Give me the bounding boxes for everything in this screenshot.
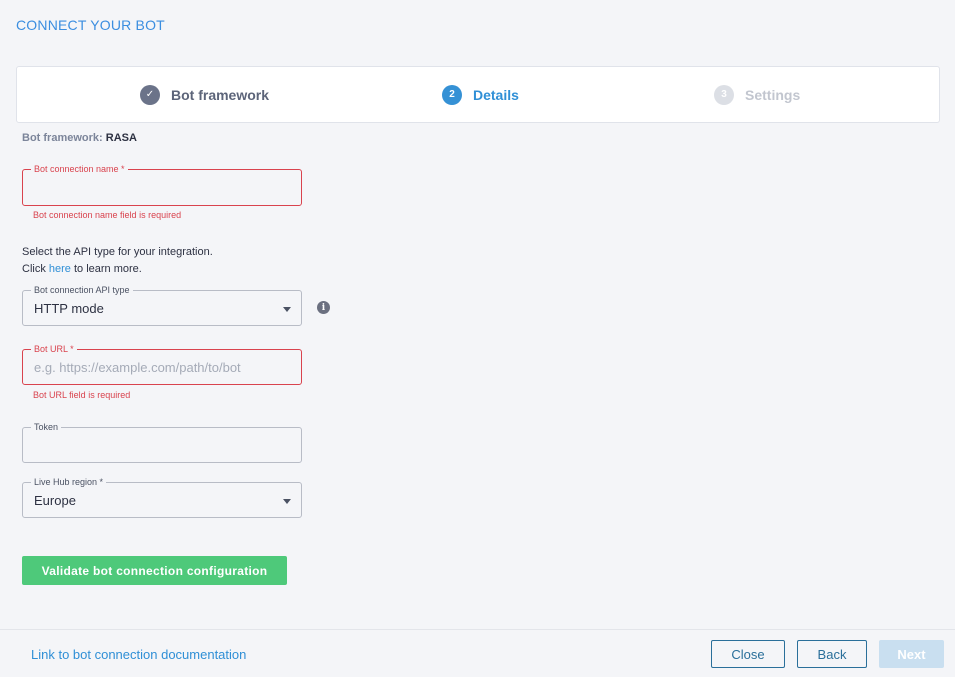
field-label: Bot connection API type [31, 284, 133, 296]
selected-value: HTTP mode [34, 301, 104, 316]
footer: Link to bot connection documentation Clo… [0, 629, 955, 677]
field-label: Live Hub region * [31, 476, 107, 488]
field-placeholder: e.g. https://example.com/path/to/bot [34, 360, 241, 375]
stepper: ✓ Bot framework 2 Details 3 Settings [16, 66, 940, 123]
bot-connection-name-error: Bot connection name field is required [33, 210, 182, 220]
check-icon: ✓ [140, 84, 160, 105]
connect-bot-page: CONNECT YOUR BOT ✓ Bot framework 2 Detai… [0, 0, 955, 677]
step-bot-framework[interactable]: ✓ Bot framework [140, 67, 269, 122]
step-label: Bot framework [171, 86, 270, 103]
api-hint-line: Select the API type for your integration… [22, 246, 213, 258]
token-input[interactable]: Token [22, 421, 302, 463]
back-button[interactable]: Back [797, 640, 867, 668]
field-label: Bot URL * [31, 343, 77, 355]
selected-value: Europe [34, 493, 76, 508]
step-number-badge: 3 [714, 84, 734, 105]
bot-connection-name-input[interactable]: Bot connection name * [22, 163, 302, 206]
close-button[interactable]: Close [711, 640, 785, 668]
page-title: CONNECT YOUR BOT [16, 17, 165, 33]
chevron-down-icon [283, 307, 291, 312]
api-hint-prefix: Click [22, 263, 49, 275]
documentation-link[interactable]: Link to bot connection documentation [31, 647, 246, 662]
api-type-select[interactable]: Bot connection API type HTTP mode [22, 284, 302, 326]
framework-value: RASA [105, 132, 137, 144]
step-label: Details [473, 86, 519, 103]
api-hint-line-2: Click here to learn more. [22, 261, 213, 278]
chevron-down-icon [283, 499, 291, 504]
step-details[interactable]: 2 Details [442, 67, 519, 122]
framework-label: Bot framework: [22, 132, 103, 144]
api-hint-suffix: to learn more. [70, 263, 142, 275]
validate-configuration-button[interactable]: Validate bot connection configuration [22, 556, 287, 585]
step-settings: 3 Settings [714, 67, 800, 122]
step-label: Settings [745, 86, 801, 103]
info-icon[interactable]: i [317, 301, 330, 314]
learn-more-link[interactable]: here [49, 263, 71, 275]
next-button[interactable]: Next [879, 640, 944, 668]
field-label: Bot connection name * [31, 163, 128, 175]
bot-url-input[interactable]: Bot URL * e.g. https://example.com/path/… [22, 343, 302, 385]
step-number-badge: 2 [442, 84, 462, 105]
live-hub-region-select[interactable]: Live Hub region * Europe [22, 476, 302, 518]
field-label: Token [31, 421, 62, 433]
bot-url-error: Bot URL field is required [33, 390, 131, 400]
bot-framework-summary: Bot framework: RASA [22, 132, 137, 144]
api-type-hint: Select the API type for your integration… [22, 244, 213, 278]
